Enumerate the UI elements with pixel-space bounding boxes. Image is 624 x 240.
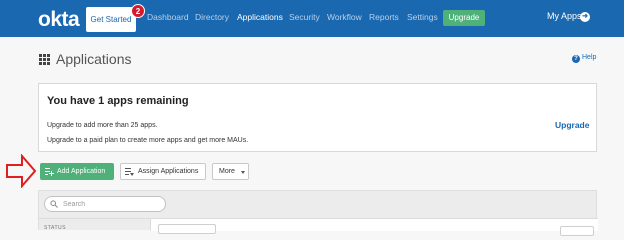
assign-applications-label: Assign Applications	[138, 168, 199, 175]
add-app-icon	[45, 168, 54, 176]
nav-directory[interactable]: Directory	[195, 12, 229, 22]
nav-security[interactable]: Security	[289, 12, 320, 22]
nav-applications[interactable]: Applications	[237, 12, 283, 22]
add-application-button[interactable]: Add Application	[40, 163, 114, 180]
card-upgrade-link[interactable]: Upgrade	[555, 120, 589, 130]
okta-logo[interactable]: okta	[38, 8, 80, 32]
list-control[interactable]	[158, 224, 216, 234]
card-text-apps-limit: Upgrade to add more than 25 apps.	[47, 122, 158, 129]
nav-dashboard[interactable]: Dashboard	[147, 12, 189, 22]
search-icon	[50, 200, 58, 208]
top-nav: okta Get Started 2 Dashboard Directory A…	[0, 0, 624, 37]
my-apps-link[interactable]: My Apps	[547, 11, 582, 21]
list-control-right[interactable]	[560, 226, 594, 236]
status-filter-heading: STATUS	[44, 225, 66, 231]
chevron-down-icon	[241, 171, 245, 174]
nav-settings[interactable]: Settings	[407, 12, 438, 22]
nav-upgrade-button[interactable]: Upgrade	[443, 10, 485, 26]
page-title: Applications	[56, 51, 132, 67]
search-input[interactable]	[44, 196, 166, 212]
assign-icon	[125, 168, 134, 176]
card-text-paid-plan: Upgrade to a paid plan to create more ap…	[47, 137, 249, 144]
red-arrow-annotation-icon	[6, 154, 37, 188]
more-dropdown[interactable]: More	[212, 163, 249, 180]
app-list-area	[150, 218, 598, 231]
get-started-button[interactable]: Get Started	[86, 7, 136, 32]
card-title: You have 1 apps remaining	[47, 95, 189, 107]
notification-badge: 2	[131, 4, 145, 18]
grid-icon	[39, 54, 51, 65]
arrow-right-icon[interactable]: ➜	[580, 12, 590, 22]
help-icon[interactable]: ?	[572, 55, 580, 63]
apps-remaining-card: You have 1 apps remaining Upgrade to add…	[38, 83, 597, 152]
add-application-label: Add Application	[57, 168, 106, 175]
nav-workflow[interactable]: Workflow	[327, 12, 362, 22]
more-label: More	[219, 168, 235, 175]
help-link[interactable]: Help	[582, 54, 596, 61]
nav-reports[interactable]: Reports	[369, 12, 399, 22]
assign-applications-button[interactable]: Assign Applications	[120, 163, 206, 180]
